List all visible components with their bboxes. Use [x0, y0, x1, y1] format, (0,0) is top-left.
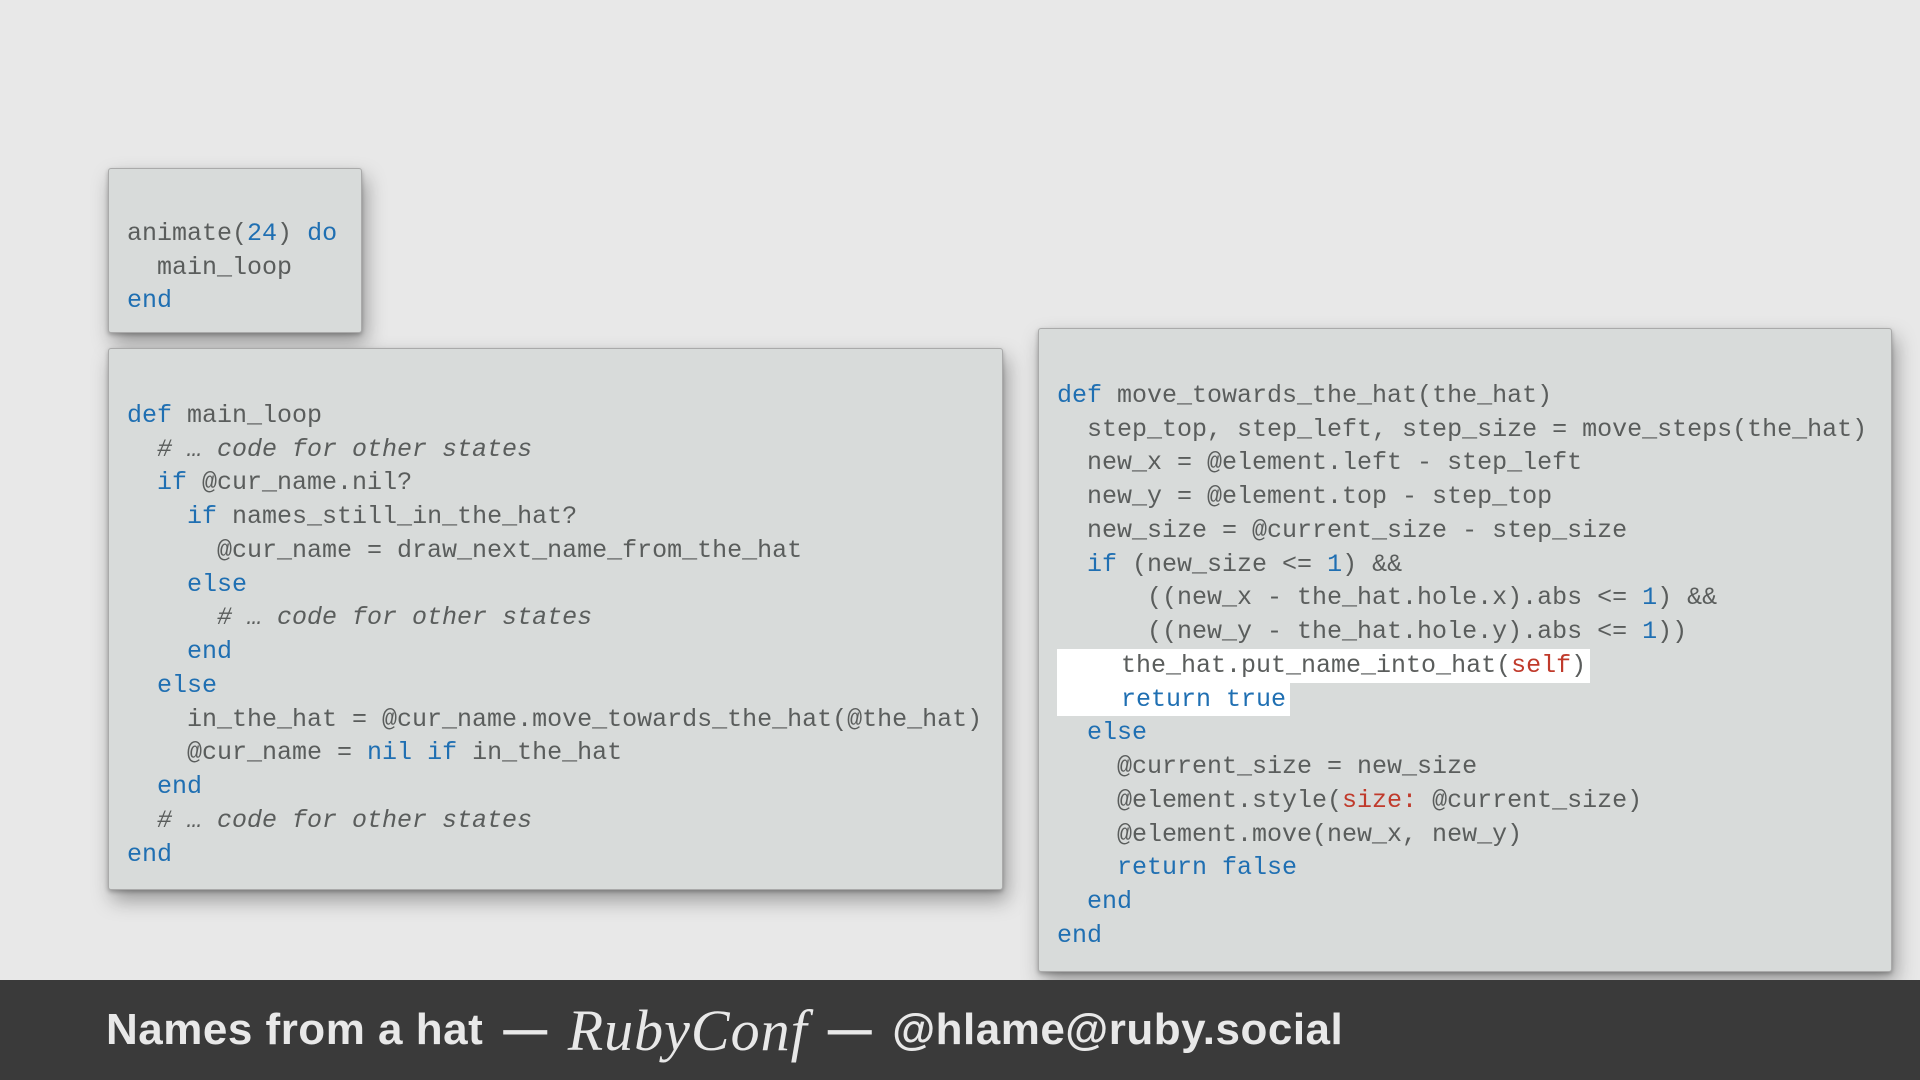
code-line: step_top, step_left, step_size = move_st…	[1057, 415, 1867, 444]
code-line: @current_size = new_size	[1057, 752, 1477, 781]
code-line: ((new_y - the_hat.hole.y).abs <= 1))	[1057, 617, 1687, 646]
code-line: else	[127, 570, 247, 599]
code-line: @element.style(size: @current_size)	[1057, 786, 1642, 815]
code-line: end	[127, 286, 172, 315]
code-line: end	[1057, 921, 1102, 950]
code-comment: # … code for other states	[127, 435, 532, 464]
code-line: if @cur_name.nil?	[127, 468, 412, 497]
rubyconf-logo: RubyConf	[568, 997, 808, 1064]
code-line-highlighted: the_hat.put_name_into_hat(self)	[1057, 651, 1590, 680]
footer-separator: —	[503, 1005, 548, 1055]
code-line: @cur_name = draw_next_name_from_the_hat	[127, 536, 802, 565]
code-line: new_size = @current_size - step_size	[1057, 516, 1627, 545]
code-line: def move_towards_the_hat(the_hat)	[1057, 381, 1552, 410]
code-snippet-animate: animate(24) do main_loop end	[108, 168, 362, 333]
footer-title: Names from a hat	[106, 1005, 483, 1055]
code-line: ((new_x - the_hat.hole.x).abs <= 1) &&	[1057, 583, 1717, 612]
code-line: main_loop	[127, 253, 292, 282]
code-line: def main_loop	[127, 401, 322, 430]
code-snippet-main-loop: def main_loop # … code for other states …	[108, 348, 1003, 890]
code-line: end	[127, 840, 172, 869]
code-line: else	[127, 671, 217, 700]
code-line: new_x = @element.left - step_left	[1057, 448, 1582, 477]
code-snippet-move-towards: def move_towards_the_hat(the_hat) step_t…	[1038, 328, 1892, 972]
code-line: if names_still_in_the_hat?	[127, 502, 577, 531]
code-comment: # … code for other states	[127, 603, 592, 632]
footer-handle: @hlame@ruby.social	[892, 1005, 1343, 1055]
code-line: new_y = @element.top - step_top	[1057, 482, 1552, 511]
code-line-highlighted: return true	[1057, 685, 1290, 714]
code-line: return false	[1057, 853, 1297, 882]
code-comment: # … code for other states	[127, 806, 532, 835]
code-line: end	[127, 637, 232, 666]
code-line: @cur_name = nil if in_the_hat	[127, 738, 622, 767]
code-line: animate(24) do	[127, 219, 337, 248]
slide-footer: Names from a hat — RubyConf — @hlame@rub…	[0, 980, 1920, 1080]
footer-separator: —	[828, 1005, 873, 1055]
code-line: end	[127, 772, 202, 801]
code-line: else	[1057, 718, 1147, 747]
code-line: in_the_hat = @cur_name.move_towards_the_…	[127, 705, 982, 734]
code-line: end	[1057, 887, 1132, 916]
code-line: @element.move(new_x, new_y)	[1057, 820, 1522, 849]
code-line: if (new_size <= 1) &&	[1057, 550, 1402, 579]
